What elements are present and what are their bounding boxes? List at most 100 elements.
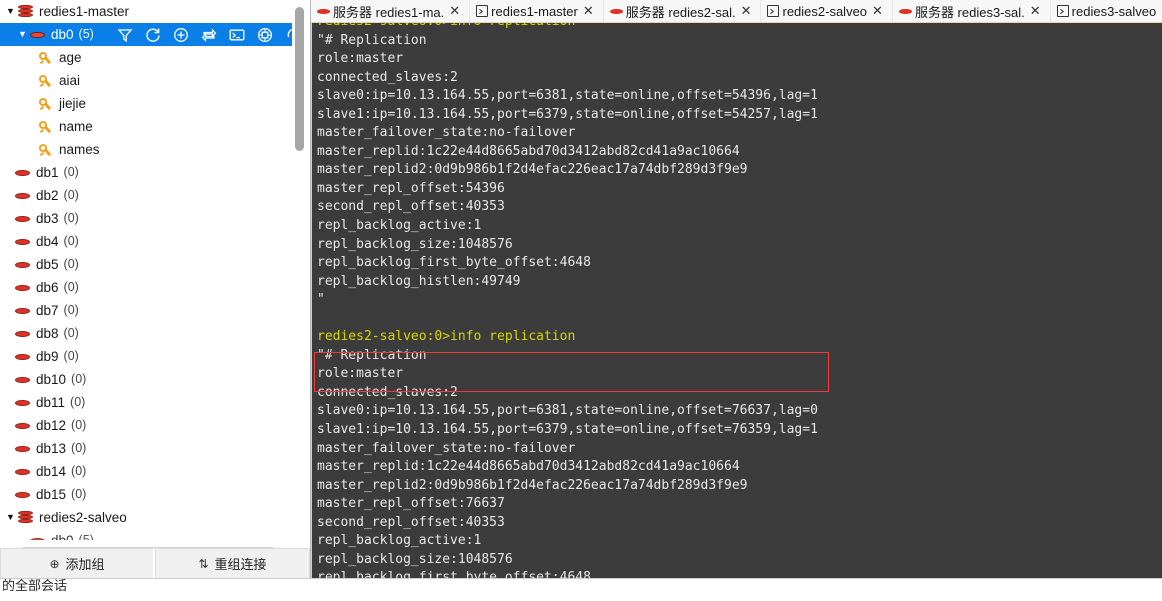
terminal-prompt-line: redies2-salveo:0>info replication xyxy=(317,328,1162,347)
tab-close-icon[interactable]: ✕ xyxy=(872,3,883,19)
database-icon xyxy=(14,303,32,319)
terminal-output-line: repl_backlog_size:1048576 xyxy=(317,236,1162,255)
tab-4[interactable]: 服务器 redies3-sal. ✕ xyxy=(892,0,1051,22)
redis-client-window: ▼ redies1-master ▼ db0 (5) age aiai jiej… xyxy=(0,0,1162,601)
terminal-output-line: master_failover_state:no-failover xyxy=(317,124,1162,143)
tree-item-db10[interactable]: db10 (0) xyxy=(0,368,292,391)
panel-button-bar: ⊕ 添加组 ⇅ 重组连接 xyxy=(0,548,310,578)
tab-1[interactable]: redies1-master ✕ xyxy=(470,0,604,22)
terminal-output-line: role:master xyxy=(317,50,1162,69)
database-icon xyxy=(14,418,32,434)
db-label: db10 xyxy=(36,372,67,387)
tree-item-db0-second[interactable]: ▶ db0 (5) xyxy=(0,529,292,540)
database-icon xyxy=(29,27,47,43)
db-label: db2 xyxy=(36,188,59,203)
db-label: db1 xyxy=(36,165,59,180)
db-label: db9 xyxy=(36,349,59,364)
terminal-output-line: repl_backlog_first_byte_offset:4648 xyxy=(317,569,1162,578)
add-key-icon[interactable] xyxy=(172,26,190,44)
terminal-output-line: role:master xyxy=(317,365,1162,384)
db0-label: db0 xyxy=(51,27,74,42)
add-group-button[interactable]: ⊕ 添加组 xyxy=(0,548,155,578)
tree-item-server-redies1-master[interactable]: ▼ redies1-master xyxy=(0,0,292,23)
status-bar-text: 的全部会话 xyxy=(2,578,68,593)
tab-label: redies2-salveo xyxy=(782,3,868,19)
console-icon[interactable] xyxy=(228,26,246,44)
expand-caret-icon[interactable]: ▼ xyxy=(4,0,17,23)
db-key-count: (0) xyxy=(63,188,79,202)
terminal-line-text: repl_backlog_histlen:49749 xyxy=(317,273,521,289)
tab-close-icon[interactable]: ✕ xyxy=(741,3,752,19)
tree-item-db14[interactable]: db14 (0) xyxy=(0,460,292,483)
tree-scrollbar-thumb[interactable] xyxy=(295,7,304,151)
expand-caret-icon-2[interactable]: ▼ xyxy=(4,506,17,529)
status-bar: 的全部会话 xyxy=(0,578,1162,601)
tree-item-db4[interactable]: db4 (0) xyxy=(0,230,292,253)
tree-viewport[interactable]: ▼ redies1-master ▼ db0 (5) age aiai jiej… xyxy=(0,0,292,540)
tab-close-icon[interactable]: ✕ xyxy=(1030,3,1041,19)
terminal-output-line: second_repl_offset:40353 xyxy=(317,514,1162,533)
tree-item-db15[interactable]: db15 (0) xyxy=(0,483,292,506)
terminal-output-line: connected_slaves:2 xyxy=(317,384,1162,403)
tree-item-db13[interactable]: db13 (0) xyxy=(0,437,292,460)
tree-item-key[interactable]: name xyxy=(0,115,292,138)
key-icon xyxy=(36,73,54,89)
tree-item-key[interactable]: aiai xyxy=(0,69,292,92)
db-key-count: (0) xyxy=(63,211,79,225)
db-toolbar xyxy=(116,26,292,44)
tree-item-db12[interactable]: db12 (0) xyxy=(0,414,292,437)
regroup-connection-label: 重组连接 xyxy=(214,557,267,572)
tab-5[interactable]: redies3-salveo✕ xyxy=(1050,0,1162,22)
terminal-line-text: " xyxy=(317,292,325,308)
terminal-output-line: "# Replication xyxy=(317,347,1162,366)
tree-item-db8[interactable]: db8 (0) xyxy=(0,322,292,345)
terminal-line-text: repl_backlog_first_byte_offset:4648 xyxy=(317,570,591,578)
database-icon-clipped xyxy=(29,533,47,540)
reload-icon[interactable] xyxy=(200,26,218,44)
caret-placeholder: ▶ xyxy=(4,529,17,540)
db-key-count: (0) xyxy=(71,464,87,478)
tree-item-db11[interactable]: db11 (0) xyxy=(0,391,292,414)
regroup-connection-button[interactable]: ⇅ 重组连接 xyxy=(155,548,310,578)
tree-item-key[interactable]: names xyxy=(0,138,292,161)
db0-expand-caret-icon[interactable]: ▼ xyxy=(16,23,29,46)
import-icon[interactable] xyxy=(284,26,292,44)
terminal-line-text: master_replid:1c22e44d8665abd70d3412abd8… xyxy=(317,459,740,475)
tab-2[interactable]: 服务器 redies2-sal. ✕ xyxy=(603,0,762,22)
terminal-line-text: role:master xyxy=(317,51,404,67)
tree-item-db6[interactable]: db6 (0) xyxy=(0,276,292,299)
tree-item-db3[interactable]: db3 (0) xyxy=(0,207,292,230)
db-key-count: (0) xyxy=(63,165,79,179)
key-list: age aiai jiejie name names xyxy=(0,46,292,161)
terminal-output-panel[interactable]: redies2-salveo:0>info replication "# Repl… xyxy=(311,23,1162,578)
key-icon xyxy=(36,142,54,158)
tab-close-icon[interactable]: ✕ xyxy=(449,3,460,19)
terminal-prompt-line: redies2-salveo:0>info replication xyxy=(317,23,1162,32)
server-label-2: redies2-salveo xyxy=(39,510,127,525)
terminal-output-line: master_replid2:0d9b986b1f2d4efac226eac17… xyxy=(317,161,1162,180)
tree-item-db1[interactable]: db1 (0) xyxy=(0,161,292,184)
terminal-output-line: repl_backlog_size:1048576 xyxy=(317,551,1162,570)
tree-item-db7[interactable]: db7 (0) xyxy=(0,299,292,322)
server-icon xyxy=(898,5,912,18)
tree-item-db2[interactable]: db2 (0) xyxy=(0,184,292,207)
db-label: db11 xyxy=(36,395,66,410)
tree-item-db9[interactable]: db9 (0) xyxy=(0,345,292,368)
refresh-icon[interactable] xyxy=(144,26,162,44)
tab-bar[interactable]: 服务器 redies1-ma. ✕ redies1-master ✕ 服务器 redie… xyxy=(311,0,1162,23)
tab-close-icon[interactable]: ✕ xyxy=(583,3,594,19)
tree-item-server-redies2-salveo[interactable]: ▼ redies2-salveo xyxy=(0,506,292,529)
terminal-output-line: repl_backlog_histlen:49749 xyxy=(317,273,1162,292)
tree-item-key[interactable]: jiejie xyxy=(0,92,292,115)
tree-vertical-scrollbar[interactable] xyxy=(293,0,306,540)
tab-0[interactable]: 服务器 redies1-ma. ✕ xyxy=(311,0,471,22)
tree-item-db0[interactable]: ▼ db0 (5) xyxy=(0,23,292,46)
tree-item-db5[interactable]: db5 (0) xyxy=(0,253,292,276)
terminal-output-line: master_repl_offset:54396 xyxy=(317,180,1162,199)
terminal-line-text: master_failover_state:no-failover xyxy=(317,125,576,141)
tree-item-key[interactable]: age xyxy=(0,46,292,69)
tab-label: redies3-salveo xyxy=(1071,3,1157,19)
tab-3[interactable]: redies2-salveo ✕ xyxy=(761,0,893,22)
filter-icon[interactable] xyxy=(116,26,134,44)
settings-target-icon[interactable] xyxy=(256,26,274,44)
